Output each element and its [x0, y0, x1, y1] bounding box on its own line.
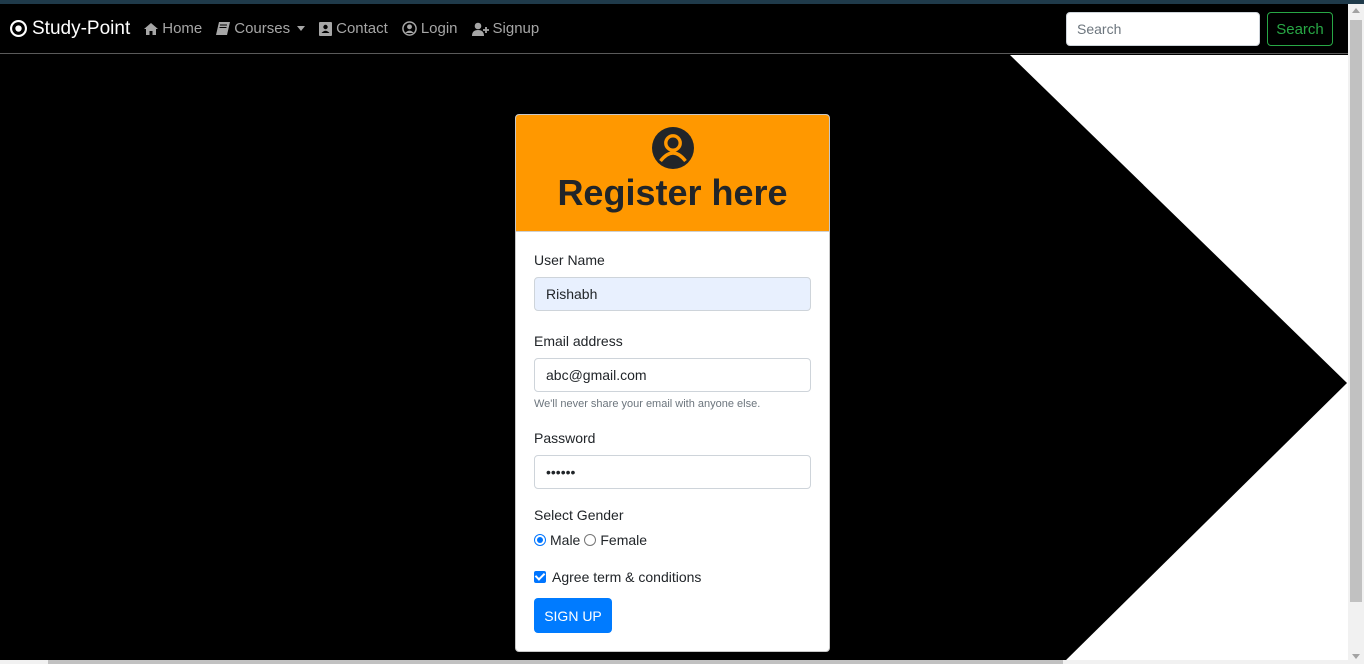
gender-male-radio[interactable] — [534, 534, 546, 546]
gender-radio-group: Male Female — [534, 532, 811, 548]
gender-male-label[interactable]: Male — [550, 532, 580, 548]
agree-checkbox[interactable] — [534, 571, 546, 583]
email-input[interactable]: abc@gmail.com — [534, 358, 811, 392]
target-logo-icon — [10, 20, 27, 37]
scroll-down-arrow-icon[interactable] — [1352, 654, 1360, 659]
nav-item-contact-label: Contact — [336, 20, 388, 37]
brand-label: Study-Point — [32, 17, 131, 39]
vertical-scrollbar[interactable] — [1348, 4, 1364, 664]
chevron-down-icon — [297, 26, 306, 31]
nav-item-contact[interactable]: Contact — [319, 20, 388, 37]
user-avatar-icon — [651, 127, 694, 169]
nav-item-home[interactable]: Home — [144, 20, 202, 37]
agree-row: Agree term & conditions — [534, 569, 811, 585]
search-input[interactable] — [1066, 12, 1260, 46]
scrollbar-thumb[interactable] — [1350, 20, 1362, 602]
nav-item-login-label: Login — [420, 20, 458, 37]
brand[interactable]: Study-Point — [10, 18, 130, 40]
nav-item-signup[interactable]: Signup — [471, 20, 540, 37]
user-circle-icon — [402, 21, 417, 36]
search-button[interactable]: Search — [1267, 12, 1333, 46]
email-help-text: We'll never share your email with anyone… — [534, 398, 761, 410]
nav-item-signup-label: Signup — [492, 20, 540, 37]
signup-button[interactable]: SIGN UP — [534, 598, 612, 633]
contact-book-icon — [319, 21, 333, 36]
card-header: Register here — [516, 115, 829, 232]
home-icon — [144, 22, 159, 35]
username-label: User Name — [534, 252, 605, 268]
horizontal-scrollbar[interactable] — [0, 660, 1348, 664]
password-label: Password — [534, 430, 596, 446]
page: Study-Point Home Courses Contact Login S… — [0, 0, 1364, 664]
nav-items: Home Courses Contact Login Signup — [144, 20, 553, 37]
gender-label: Select Gender — [534, 507, 624, 523]
register-card: Register here User Name Rishabh Email ad… — [515, 114, 830, 652]
book-icon — [216, 22, 231, 35]
gender-female-label[interactable]: Female — [600, 532, 647, 548]
card-body: User Name Rishabh Email address abc@gmai… — [516, 232, 829, 633]
username-input[interactable]: Rishabh — [534, 277, 811, 311]
nav-item-home-label: Home — [162, 20, 203, 37]
navbar: Study-Point Home Courses Contact Login S… — [0, 4, 1348, 54]
password-input[interactable]: •••••• — [534, 455, 811, 489]
agree-label[interactable]: Agree term & conditions — [552, 569, 701, 585]
gender-female-radio[interactable] — [584, 534, 597, 546]
email-label: Email address — [534, 333, 623, 349]
horizontal-scrollbar-thumb[interactable] — [48, 660, 1063, 664]
scroll-up-arrow-icon[interactable] — [1352, 8, 1360, 13]
card-title: Register here — [557, 172, 788, 213]
nav-item-login[interactable]: Login — [402, 20, 458, 37]
user-plus-icon — [471, 22, 489, 36]
nav-item-courses[interactable]: Courses — [216, 20, 306, 37]
nav-item-courses-label: Courses — [234, 20, 291, 37]
